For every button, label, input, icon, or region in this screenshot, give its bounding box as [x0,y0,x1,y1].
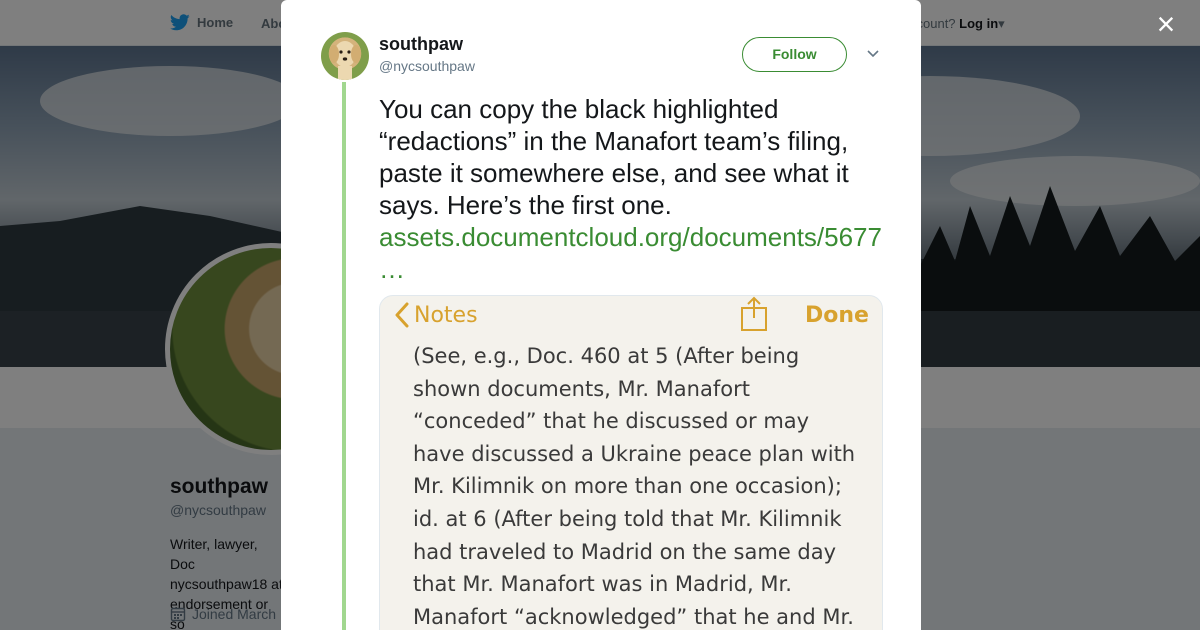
notes-line: (See, e.g., Doc. 460 at 5 (After being [413,344,800,368]
notes-line: shown documents, Mr. Manafort [413,376,750,401]
notes-done-button: Done [805,303,869,328]
notes-line: had traveled to Madrid on the same day [413,539,837,564]
notes-line: Manafort “acknowledged” that he and Mr. [413,604,854,629]
chevron-left-icon [395,302,409,328]
author-handle[interactable]: @nycsouthpaw [379,58,475,74]
notes-line: that Mr. Manafort was in Madrid, Mr. [413,572,792,597]
share-icon [741,296,767,331]
tweet-text: You can copy the black highlighted “reda… [379,93,889,285]
notes-line: “conceded” that he discussed or may [413,409,810,434]
close-button[interactable]: × [1152,8,1180,40]
notes-line: id. at 6 (After being told that Mr. Kili… [413,506,842,531]
notes-back-button: Notes [394,302,478,328]
notes-line: have discussed a Ukraine peace plan with [413,441,856,466]
notes-body: (See, e.g., Doc. 460 at 5 (After being s… [413,340,873,630]
author-name[interactable]: southpaw [379,34,463,55]
tweet-media-image[interactable]: Notes Done (See, e.g., Doc. 460 at 5 (Af… [379,295,883,630]
chevron-down-icon[interactable] [866,46,880,60]
author-avatar[interactable] [321,32,369,80]
notes-line: Mr. Kilimnik on more than one occasion); [413,474,842,499]
tweet-body: You can copy the black highlighted “reda… [379,94,849,220]
notes-back-label: Notes [414,302,478,328]
thread-line [342,82,346,630]
follow-button[interactable]: Follow [742,37,847,72]
tweet-modal: southpaw @nycsouthpaw Follow You can cop… [281,0,921,630]
tweet-link[interactable]: assets.documentcloud.org/documents/5677 … [379,222,882,284]
